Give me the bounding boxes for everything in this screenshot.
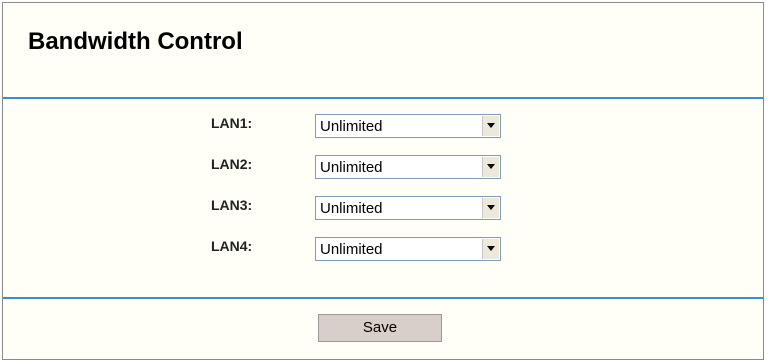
lan2-row: LAN2: Unlimited (3, 152, 703, 179)
save-button[interactable]: Save (318, 314, 442, 342)
lan2-select[interactable]: Unlimited (315, 155, 501, 179)
lan3-select[interactable]: Unlimited (315, 196, 501, 220)
lan4-select[interactable]: Unlimited (315, 237, 501, 261)
chevron-down-icon[interactable] (482, 239, 499, 259)
lan4-row: LAN4: Unlimited (3, 234, 703, 261)
lan3-select-value: Unlimited (320, 200, 383, 217)
lan2-label: LAN2: (211, 156, 253, 172)
lan3-label: LAN3: (211, 197, 253, 213)
divider-top (3, 97, 763, 99)
divider-bottom (3, 297, 763, 299)
lan2-select-value: Unlimited (320, 159, 383, 176)
lan3-row: LAN3: Unlimited (3, 193, 703, 220)
lan1-label: LAN1: (211, 115, 253, 131)
bandwidth-control-panel: Bandwidth Control LAN1: Unlimited LAN2: … (2, 2, 764, 360)
lan4-select-value: Unlimited (320, 241, 383, 258)
lan1-select-value: Unlimited (320, 118, 383, 135)
chevron-down-icon[interactable] (482, 157, 499, 177)
lan4-label: LAN4: (211, 238, 253, 254)
lan1-select[interactable]: Unlimited (315, 114, 501, 138)
lan1-row: LAN1: Unlimited (3, 111, 703, 138)
chevron-down-icon[interactable] (482, 116, 499, 136)
chevron-down-icon[interactable] (482, 198, 499, 218)
page-title: Bandwidth Control (28, 28, 243, 55)
